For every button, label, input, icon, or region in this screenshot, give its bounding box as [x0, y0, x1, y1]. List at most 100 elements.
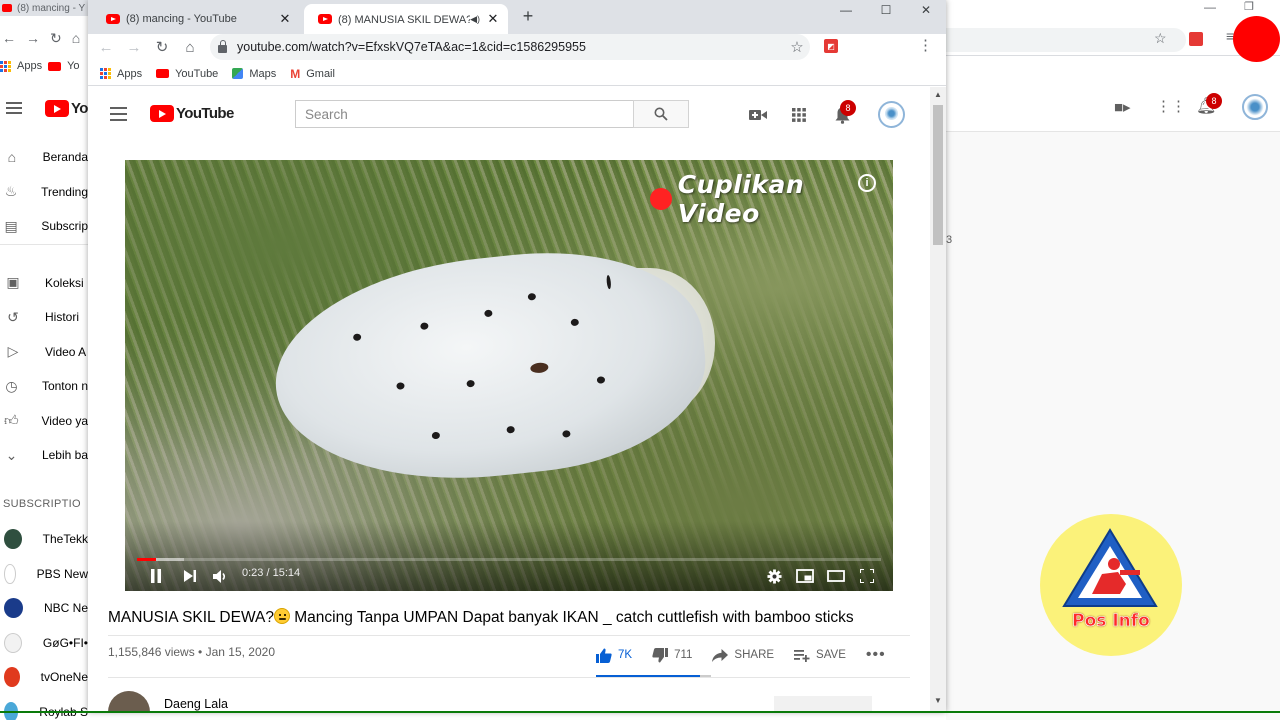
audio-playing-icon[interactable]: ◀︎): [470, 14, 480, 25]
video-player[interactable]: Cuplikan Video i 0:23 / 15:14: [125, 160, 893, 591]
fullscreen-button[interactable]: [856, 565, 878, 587]
close-tab-icon[interactable]: ✕: [276, 11, 294, 27]
thumbs-up-icon: [596, 648, 612, 663]
subscribe-button[interactable]: [774, 696, 872, 712]
pos-info-text: Pos Info: [1072, 611, 1150, 632]
video-camera-icon[interactable]: ■▸: [1114, 98, 1131, 116]
background-right-omnibox[interactable]: [946, 28, 1186, 52]
sidebar-item-histori[interactable]: ↺ Histori: [0, 300, 88, 335]
back-arrow-icon[interactable]: ←: [2, 30, 16, 46]
sidebar-item-beranda[interactable]: ⌂ Beranda: [0, 140, 88, 175]
volume-button[interactable]: [209, 565, 231, 587]
sidebar-item-koleksi[interactable]: ▣ Koleksi: [0, 266, 88, 301]
next-button[interactable]: [179, 565, 201, 587]
home-icon[interactable]: ⌂: [72, 30, 80, 46]
thumbs-up-icon: 👍︎: [3, 412, 19, 429]
sidebar-item-lebih-banyak[interactable]: ⌄ Lebih ba: [0, 438, 88, 473]
maximize-icon[interactable]: ☐: [866, 0, 906, 20]
close-window-icon[interactable]: ✕: [906, 0, 946, 20]
youtube-logo-text: You: [71, 100, 88, 117]
restore-icon[interactable]: ❐: [1244, 0, 1254, 13]
bookmark-maps[interactable]: Maps: [232, 68, 276, 80]
sidebar-item-tonton-nanti[interactable]: ◷ Tonton n: [0, 369, 88, 404]
subscription-item[interactable]: tvOneNe: [0, 660, 88, 695]
more-horizontal-icon: •••: [865, 646, 886, 663]
bookmark-gmail[interactable]: M Gmail: [290, 67, 335, 81]
subscription-item[interactable]: TheTekk: [0, 522, 88, 557]
tab-mancing[interactable]: (8) mancing - YouTube ✕: [92, 4, 300, 34]
apps-icon[interactable]: [788, 104, 810, 126]
account-avatar[interactable]: [1242, 94, 1268, 120]
sidebar-item-trending[interactable]: ♨ Trending: [0, 175, 88, 210]
lock-icon: [218, 40, 227, 53]
share-button[interactable]: SHARE: [712, 648, 774, 662]
address-bar[interactable]: youtube.com/watch?v=EfxskVQ7eTA&ac=1&cid…: [210, 34, 810, 60]
apps-icon[interactable]: ⋮⋮: [1156, 97, 1186, 115]
subscription-item[interactable]: Roylab S: [0, 695, 88, 720]
dislike-button[interactable]: 711: [652, 647, 692, 663]
youtube-logo[interactable]: YouTube: [150, 105, 234, 122]
home-icon[interactable]: ⌂: [176, 35, 204, 59]
sidebar-item-subscriptions[interactable]: ▤ Subscrip: [0, 209, 88, 244]
forward-arrow-icon[interactable]: →: [26, 30, 40, 46]
subscriptions-icon: ▤: [4, 217, 18, 234]
subscription-item[interactable]: NBC Ne: [0, 591, 88, 626]
bookmark-youtube[interactable]: Yo: [67, 60, 79, 72]
channel-avatar[interactable]: [108, 691, 150, 712]
tab-manusia-skil-dewa[interactable]: (8) MANUSIA SKIL DEWA?😳 ◀︎) ✕: [304, 4, 508, 34]
pause-button[interactable]: [145, 565, 167, 587]
bookmark-apps[interactable]: Apps: [100, 68, 142, 80]
search-input[interactable]: Search: [295, 100, 633, 128]
minimize-icon[interactable]: —: [1204, 0, 1216, 14]
pos-info-logo: Pos Info: [1040, 514, 1182, 656]
minimize-icon[interactable]: —: [826, 0, 866, 20]
extension-icon[interactable]: [1189, 32, 1203, 46]
new-tab-icon[interactable]: +: [518, 6, 538, 27]
create-video-icon[interactable]: [747, 104, 769, 126]
search-button[interactable]: [633, 100, 689, 128]
sidebar-item-video-anda[interactable]: ▷ Video A: [0, 335, 88, 370]
youtube-favicon-icon: [2, 4, 12, 12]
scroll-down-arrow-icon[interactable]: ▼: [930, 693, 946, 707]
channel-avatar: [4, 563, 16, 584]
info-icon[interactable]: i: [858, 174, 876, 192]
chevron-down-icon: ⌄: [5, 446, 18, 463]
meta-divider: [108, 677, 910, 678]
reload-icon[interactable]: ↻: [50, 30, 62, 47]
subscription-item[interactable]: PBS New: [0, 557, 88, 592]
page-scrollbar[interactable]: ▲ ▼: [930, 87, 946, 712]
close-tab-icon[interactable]: ✕: [484, 11, 502, 27]
extension-icon[interactable]: ◩: [824, 39, 838, 53]
theater-mode-icon: [827, 570, 845, 582]
sidebar-item-video-disukai[interactable]: 👍︎ Video ya: [0, 404, 88, 439]
settings-button[interactable]: [763, 565, 785, 587]
background-tab[interactable]: (8) mancing - Y: [0, 0, 88, 16]
cuttlefish-spot: [596, 376, 606, 384]
cuttlefish-spot: [562, 429, 571, 438]
bookmark-apps[interactable]: Apps: [17, 60, 42, 72]
like-count: 7K: [618, 649, 633, 661]
kebab-menu-icon[interactable]: ⋮: [918, 37, 933, 55]
hamburger-menu-icon[interactable]: [6, 102, 22, 114]
star-icon[interactable]: ☆: [1154, 30, 1167, 47]
hamburger-menu-icon[interactable]: [110, 107, 127, 121]
like-button[interactable]: 7K: [596, 648, 632, 663]
star-icon[interactable]: ☆: [784, 38, 810, 56]
progress-bar[interactable]: [137, 558, 881, 561]
more-actions-button[interactable]: •••: [866, 646, 886, 664]
back-arrow-icon[interactable]: ←: [92, 35, 120, 59]
scroll-up-arrow-icon[interactable]: ▲: [930, 87, 946, 101]
account-avatar[interactable]: [878, 101, 905, 128]
theater-mode-button[interactable]: [824, 565, 848, 587]
scroll-thumb[interactable]: [933, 105, 943, 245]
bookmark-youtube[interactable]: YouTube: [156, 68, 218, 80]
forward-arrow-icon[interactable]: →: [120, 35, 148, 59]
youtube-logo[interactable]: You: [45, 100, 88, 117]
subscription-item[interactable]: GøG•FI•: [0, 626, 88, 661]
volume-icon: [212, 569, 225, 583]
channel-name[interactable]: Daeng Lala: [164, 697, 228, 711]
save-button[interactable]: SAVE: [794, 649, 846, 662]
miniplayer-button[interactable]: [793, 565, 817, 587]
youtube-favicon-icon: [318, 14, 332, 24]
reload-icon[interactable]: ↻: [148, 35, 176, 59]
